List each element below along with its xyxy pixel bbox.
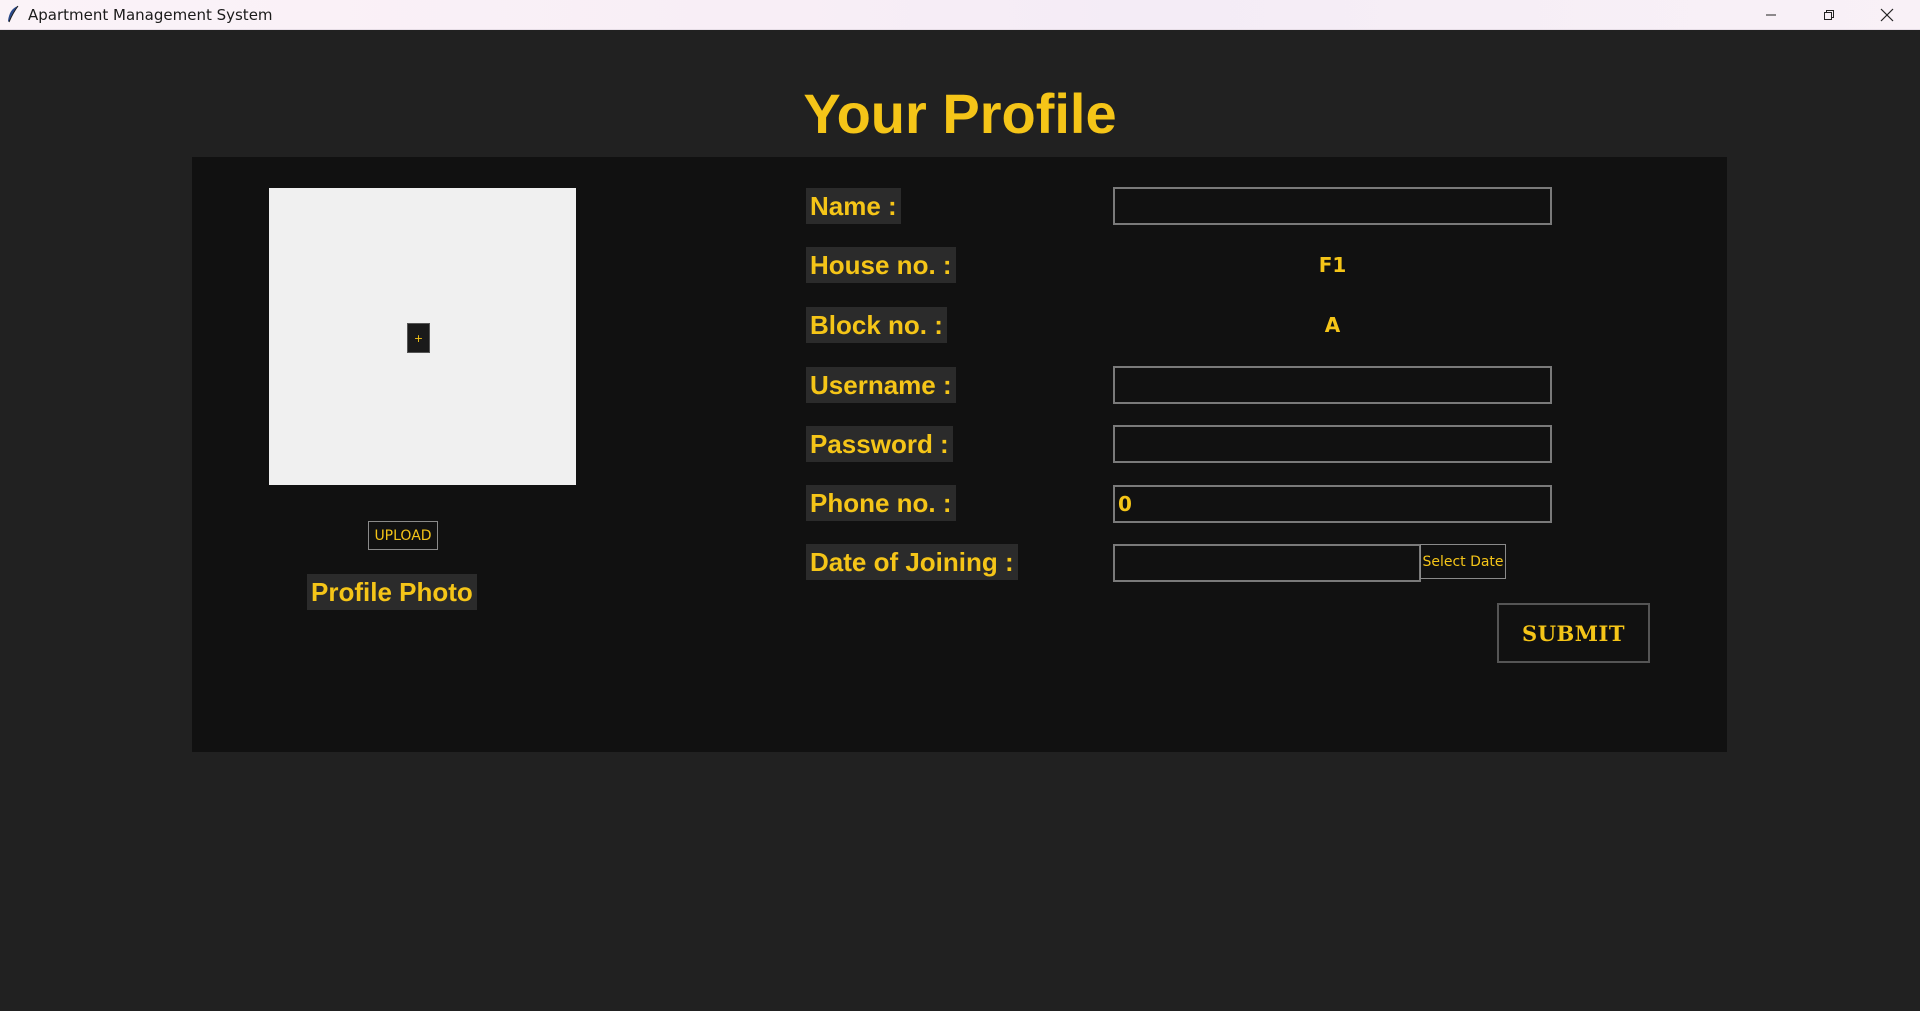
- username-label: Username :: [806, 367, 956, 403]
- submit-button[interactable]: SUBMIT: [1497, 603, 1650, 663]
- select-date-button[interactable]: Select Date: [1420, 544, 1506, 579]
- block-no-value: A: [1324, 313, 1341, 337]
- upload-button[interactable]: UPLOAD: [368, 521, 438, 550]
- add-photo-button[interactable]: +: [407, 323, 430, 353]
- window-title: Apartment Management System: [28, 6, 273, 24]
- block-no-label: Block no. :: [806, 307, 947, 343]
- house-no-label: House no. :: [806, 247, 956, 283]
- username-field[interactable]: [1113, 366, 1552, 404]
- close-button[interactable]: [1858, 0, 1916, 29]
- minimize-icon: [1766, 14, 1776, 15]
- restore-button[interactable]: [1800, 0, 1858, 29]
- window-title-bar: Apartment Management System: [0, 0, 1920, 30]
- phone-no-label: Phone no. :: [806, 485, 956, 521]
- restore-icon: [1824, 9, 1834, 20]
- page-title: Your Profile: [803, 82, 1117, 145]
- date-of-joining-field[interactable]: [1113, 544, 1421, 582]
- password-field[interactable]: [1113, 425, 1552, 463]
- phone-no-field[interactable]: [1113, 485, 1552, 523]
- name-label: Name :: [806, 188, 901, 224]
- house-no-value: F1: [1318, 253, 1347, 277]
- close-icon: [1880, 8, 1894, 21]
- minimize-button[interactable]: [1742, 0, 1800, 29]
- name-field[interactable]: [1113, 187, 1552, 225]
- password-label: Password :: [806, 426, 953, 462]
- feather-icon: [8, 5, 19, 23]
- date-of-joining-label: Date of Joining :: [806, 544, 1018, 580]
- profile-photo-caption: Profile Photo: [307, 574, 477, 610]
